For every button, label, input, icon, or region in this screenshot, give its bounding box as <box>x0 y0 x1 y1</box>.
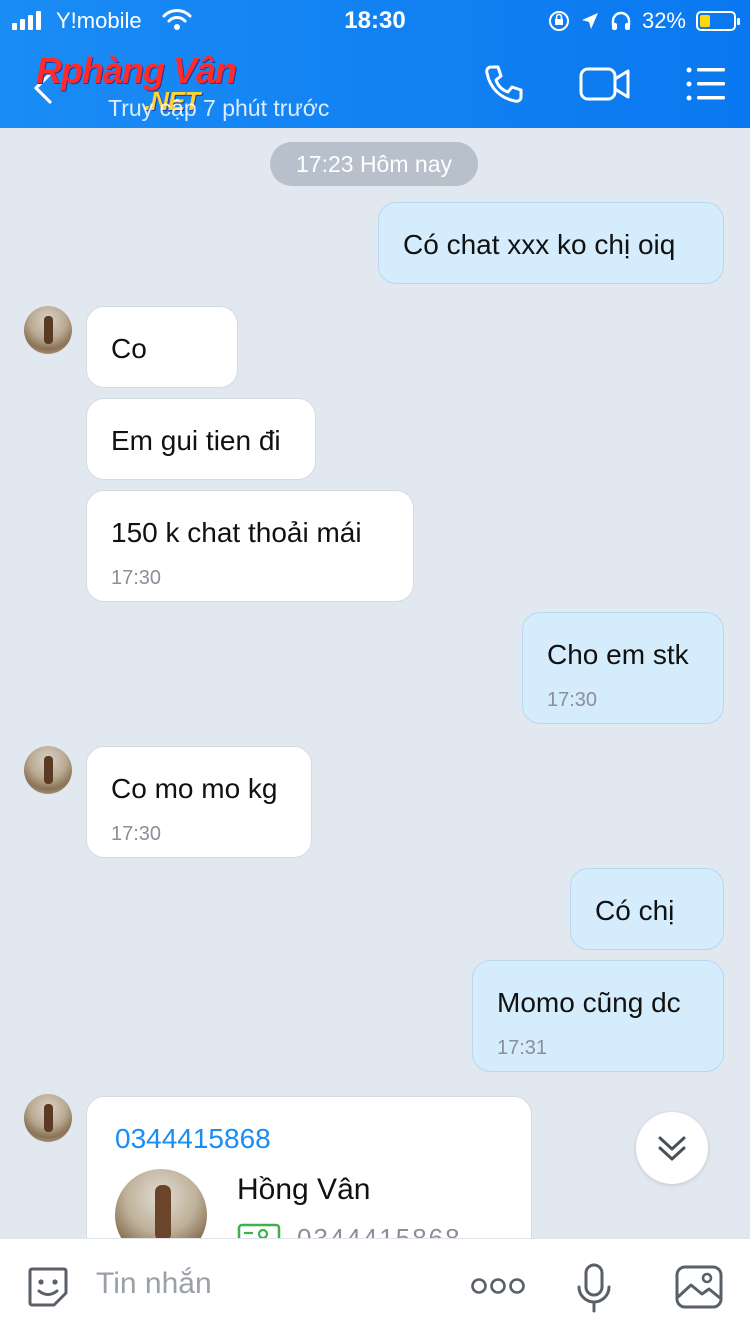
message-time: 17:30 <box>547 689 598 711</box>
message-text: Có chị <box>595 895 675 926</box>
last-seen-status: Truy cập 7 phút trước <box>108 95 330 121</box>
message-bubble-outgoing[interactable]: Có chị <box>570 868 724 950</box>
headphones-icon <box>611 11 631 30</box>
message-text: Momo cũng dc <box>497 987 681 1018</box>
message-input[interactable]: Tin nhắn <box>96 1267 212 1301</box>
message-bubble-incoming[interactable]: 150 k chat thoải mái 17:30 <box>86 490 414 602</box>
message-bubble-outgoing[interactable]: Momo cũng dc 17:31 <box>472 960 724 1072</box>
message-text: Co <box>111 333 147 364</box>
status-bar: Y!mobile 18:30 32% <box>0 0 750 40</box>
video-camera-icon[interactable] <box>578 62 632 106</box>
message-time: 17:30 <box>111 823 162 845</box>
message-bubble-outgoing[interactable]: Cho em stk 17:30 <box>522 612 724 724</box>
message-text: Có chat xxx ko chị oiq <box>403 229 676 260</box>
watermark-logo: Rphàng Vân .NET <box>36 50 237 116</box>
message-bubble-incoming[interactable]: Co <box>86 306 238 388</box>
image-icon[interactable] <box>674 1263 724 1311</box>
status-right: 32% <box>548 8 740 34</box>
double-chevron-down-icon <box>658 1136 686 1161</box>
contact-card-phone-link[interactable]: 0344415868 <box>115 1123 271 1155</box>
scroll-to-bottom-button[interactable] <box>636 1112 708 1184</box>
list-menu-icon[interactable] <box>684 62 728 106</box>
avatar[interactable] <box>24 1094 72 1142</box>
microphone-icon[interactable] <box>574 1261 614 1315</box>
message-composer: Tin nhắn <box>0 1238 750 1334</box>
chat-header: Y!mobile 18:30 32% Rphàng Vân .NET Truy … <box>0 0 750 128</box>
message-bubble-incoming[interactable]: Co mo mo kg 17:30 <box>86 746 312 858</box>
message-text: Cho em stk <box>547 639 689 670</box>
orientation-lock-icon <box>548 11 569 31</box>
battery-percent: 32% <box>641 8 686 33</box>
location-icon <box>581 13 598 29</box>
sticker-icon[interactable] <box>24 1263 72 1311</box>
phone-icon[interactable] <box>482 62 526 106</box>
message-bubble-incoming[interactable]: Em gui tien đi <box>86 398 316 480</box>
battery-icon <box>696 11 740 31</box>
message-bubble-outgoing[interactable]: Có chat xxx ko chị oiq <box>378 202 724 284</box>
avatar[interactable] <box>24 306 72 354</box>
message-text: Co mo mo kg <box>111 773 278 804</box>
date-separator: 17:23 Hôm nay <box>270 142 478 186</box>
message-time: 17:31 <box>497 1037 548 1059</box>
message-text: 150 k chat thoải mái <box>111 517 362 548</box>
chat-screen: Y!mobile 18:30 32% Rphàng Vân .NET Truy … <box>0 0 750 1334</box>
avatar[interactable] <box>24 746 72 794</box>
contact-card-name: Hồng Vân <box>237 1173 371 1206</box>
message-time: 17:30 <box>111 567 162 589</box>
message-text: Em gui tien đi <box>111 425 281 456</box>
more-dots-icon[interactable] <box>470 1273 526 1299</box>
